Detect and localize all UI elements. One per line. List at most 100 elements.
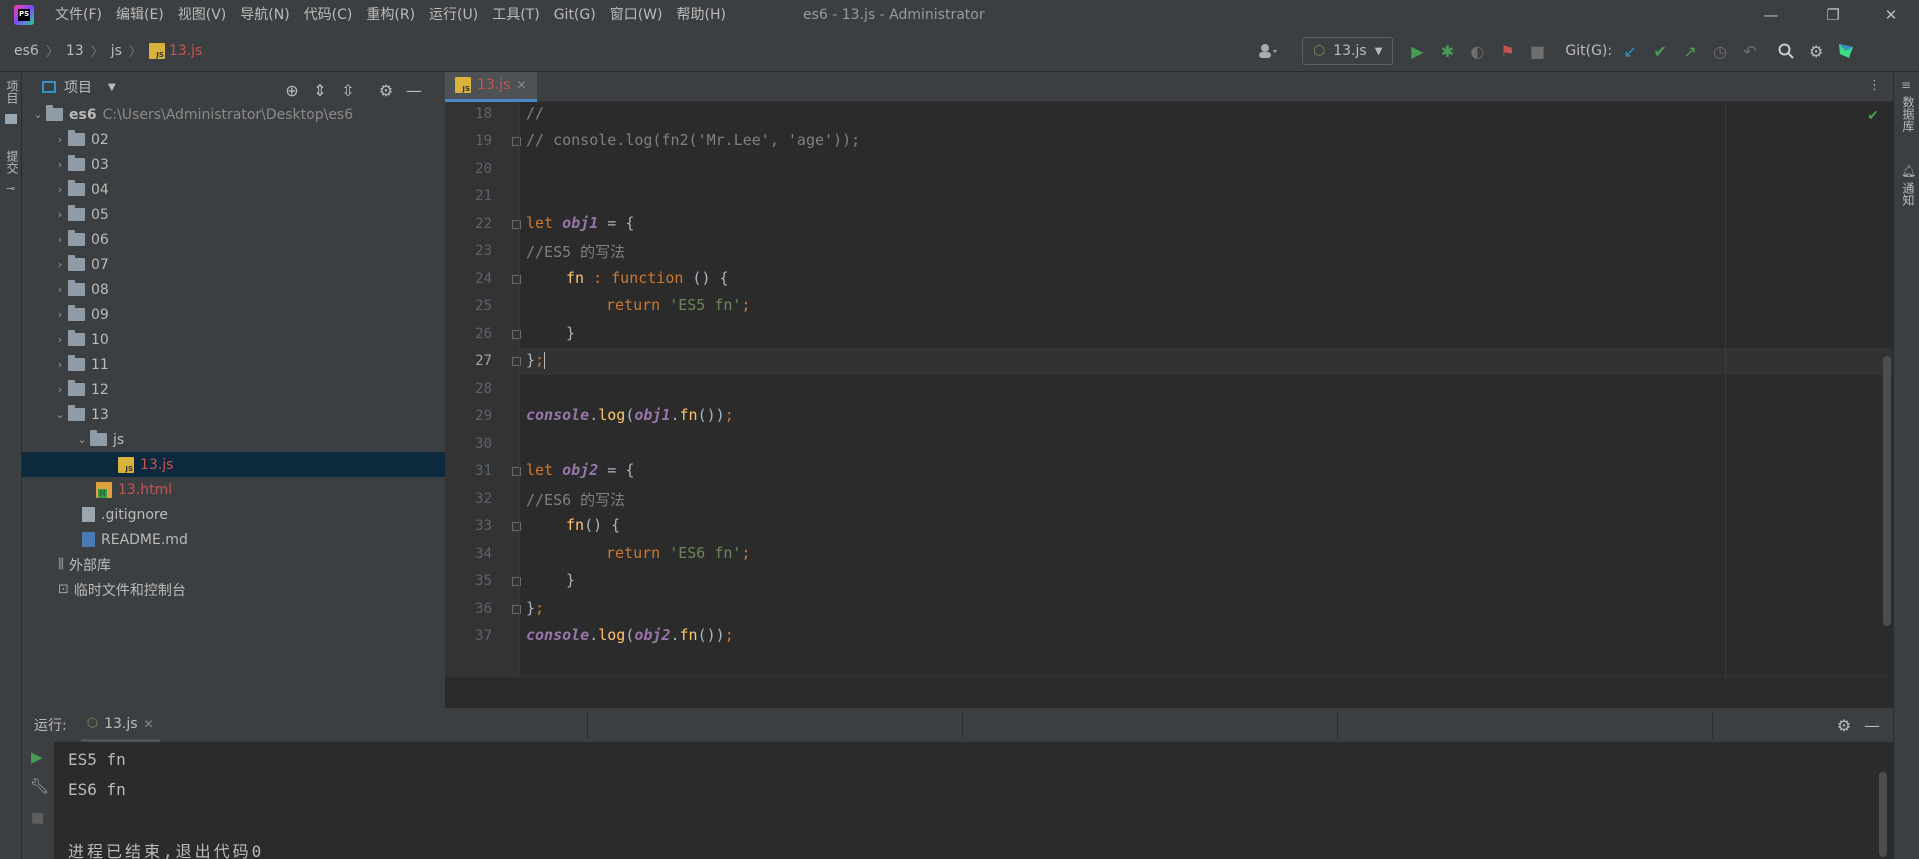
code-line-27: }; (526, 351, 546, 369)
console-scrollbar[interactable] (1879, 772, 1887, 857)
project-panel-title[interactable]: 项目 (64, 77, 92, 97)
run-console[interactable]: ▶ 🔧︎ ■ ES5 fn ES6 fn 进程已结束,退出代码0 (22, 742, 1893, 859)
rollback-icon[interactable]: ↶ (1738, 39, 1762, 63)
locate-icon[interactable]: ⊕ (280, 78, 304, 102)
debug-icon[interactable]: ✱ (1435, 39, 1459, 63)
coverage-icon[interactable]: ◐ (1465, 39, 1489, 63)
menu-git[interactable]: Git(G) (547, 0, 603, 30)
tree-external-libraries[interactable]: ⫼ 外部库 (22, 552, 445, 577)
line-number: 24 (475, 271, 492, 287)
git-commit-icon[interactable]: ✔ (1648, 39, 1672, 63)
function-name: fn (679, 406, 698, 424)
minimize-button[interactable]: — (1743, 0, 1799, 30)
tree-file-gitignore[interactable]: .gitignore (22, 502, 445, 527)
tree-folder[interactable]: ⌄ 13 (22, 402, 445, 427)
line-number: 20 (475, 161, 492, 177)
keyword: let (526, 214, 563, 232)
profile-icon[interactable]: ⚑ (1495, 39, 1519, 63)
run-configuration-select[interactable]: ⬡ 13.js ▼ (1302, 37, 1394, 65)
tree-file-13js[interactable]: 13.js (22, 452, 445, 477)
editor-scrollbar[interactable] (1883, 356, 1891, 626)
settings-gear-icon[interactable]: ⚙ (374, 78, 398, 102)
close-button[interactable]: ✕ (1863, 0, 1919, 30)
tree-folder[interactable]: › 08 (22, 277, 445, 302)
user-icon[interactable] (1250, 39, 1286, 63)
history-icon[interactable]: ◷ (1708, 39, 1732, 63)
menu-file[interactable]: 文件(F) (48, 0, 109, 30)
menu-tools[interactable]: 工具(T) (485, 0, 546, 30)
git-update-icon[interactable]: ↙ (1618, 39, 1642, 63)
tree-folder[interactable]: › 12 (22, 377, 445, 402)
inspection-ok-icon[interactable]: ✔ (1867, 108, 1879, 124)
chevron-right-icon: › (57, 208, 63, 221)
tree-file-13html[interactable]: 13.html (22, 477, 445, 502)
code-editor[interactable]: 18 19 20 21 22 23 24 25 26 27 28 29 30 3… (445, 102, 1893, 676)
database-tool-tab[interactable]: 数据库 (1900, 96, 1917, 132)
close-icon[interactable]: ✕ (144, 717, 154, 731)
tree-folder[interactable]: › 04 (22, 177, 445, 202)
project-tool-tab[interactable]: 项目 (4, 80, 21, 104)
collapse-all-icon[interactable]: ⇳ (336, 78, 360, 102)
notifications-tool-tab[interactable]: 通知 (1900, 182, 1917, 206)
expand-all-icon[interactable]: ⇕ (308, 78, 332, 102)
settings-gear-icon[interactable]: ⚙ (1832, 713, 1856, 737)
app-logo[interactable]: PS (14, 5, 34, 25)
hide-icon[interactable]: — (402, 78, 426, 102)
restore-button[interactable]: ❐ (1805, 0, 1861, 30)
tree-folder[interactable]: › 03 (22, 152, 445, 177)
tree-folder[interactable]: › 10 (22, 327, 445, 352)
menu-code[interactable]: 代码(C) (297, 0, 360, 30)
tab-13js[interactable]: 13.js ✕ (445, 71, 537, 102)
tree-folder[interactable]: › 07 (22, 252, 445, 277)
tree-folder[interactable]: › 09 (22, 302, 445, 327)
folder-icon (68, 130, 85, 146)
right-tool-strip: ≡ 数据库 🔔︎ 通知 (1893, 72, 1919, 859)
tree-folder-js[interactable]: ⌄ js (22, 427, 445, 452)
menu-run[interactable]: 运行(U) (422, 0, 485, 30)
commit-tool-tab[interactable]: 提交 (4, 150, 21, 174)
tree-folder[interactable]: › 02 (22, 127, 445, 152)
chevron-right-icon: › (57, 133, 63, 146)
menu-navigate[interactable]: 导航(N) (233, 0, 296, 30)
close-icon[interactable]: ✕ (516, 78, 526, 92)
hide-icon[interactable]: — (1860, 713, 1884, 737)
run-icon[interactable]: ▶ (1405, 39, 1429, 63)
gutter-divider (519, 102, 520, 676)
breadcrumb-es6[interactable]: es6 (14, 43, 39, 59)
menu-edit[interactable]: 编辑(E) (109, 0, 171, 30)
git-label: Git(G): (1565, 43, 1613, 59)
chevron-right-icon: › (57, 383, 63, 396)
more-vertical-icon[interactable]: ⋮ (1868, 78, 1881, 93)
line-number: 19 (475, 133, 492, 149)
tree-folder[interactable]: › 06 (22, 227, 445, 252)
run-tab-13js[interactable]: ⬡ 13.js ✕ (80, 708, 160, 742)
git-push-icon[interactable]: ↗ (1678, 39, 1702, 63)
tree-folder[interactable]: › 05 (22, 202, 445, 227)
menu-window[interactable]: 窗口(W) (603, 0, 670, 30)
tree-folder[interactable]: › 11 (22, 352, 445, 377)
stop-icon[interactable]: ■ (31, 810, 44, 826)
menu-view[interactable]: 视图(V) (171, 0, 234, 30)
line-number: 22 (475, 216, 492, 232)
folder-icon (68, 180, 85, 196)
punctuation: } (526, 599, 536, 617)
punctuation: ()) (697, 406, 725, 424)
tree-file-readme[interactable]: README.md (22, 527, 445, 552)
chevron-down-icon[interactable]: ▼ (108, 82, 116, 93)
tree-scratches[interactable]: ⊡ 临时文件和控制台 (22, 577, 445, 602)
menu-refactor[interactable]: 重构(R) (359, 0, 422, 30)
tree-root[interactable]: ⌄ es6 C:\Users\Administrator\Desktop\es6 (22, 102, 445, 127)
rerun-icon[interactable]: ▶ (31, 748, 43, 766)
menu-help[interactable]: 帮助(H) (669, 0, 732, 30)
search-icon[interactable] (1774, 39, 1798, 63)
function-name: fn (566, 269, 585, 287)
breadcrumb-13[interactable]: 13 (66, 43, 84, 59)
wrench-icon[interactable]: 🔧︎ (30, 777, 49, 795)
folder-name: 08 (91, 281, 109, 298)
stop-icon[interactable]: ■ (1525, 39, 1549, 63)
js-file-icon (118, 456, 134, 473)
breadcrumb-13js[interactable]: 13.js (169, 43, 202, 59)
toolbox-icon[interactable] (1834, 39, 1858, 63)
breadcrumb-js[interactable]: js (111, 43, 122, 59)
settings-gear-icon[interactable]: ⚙ (1804, 39, 1828, 63)
